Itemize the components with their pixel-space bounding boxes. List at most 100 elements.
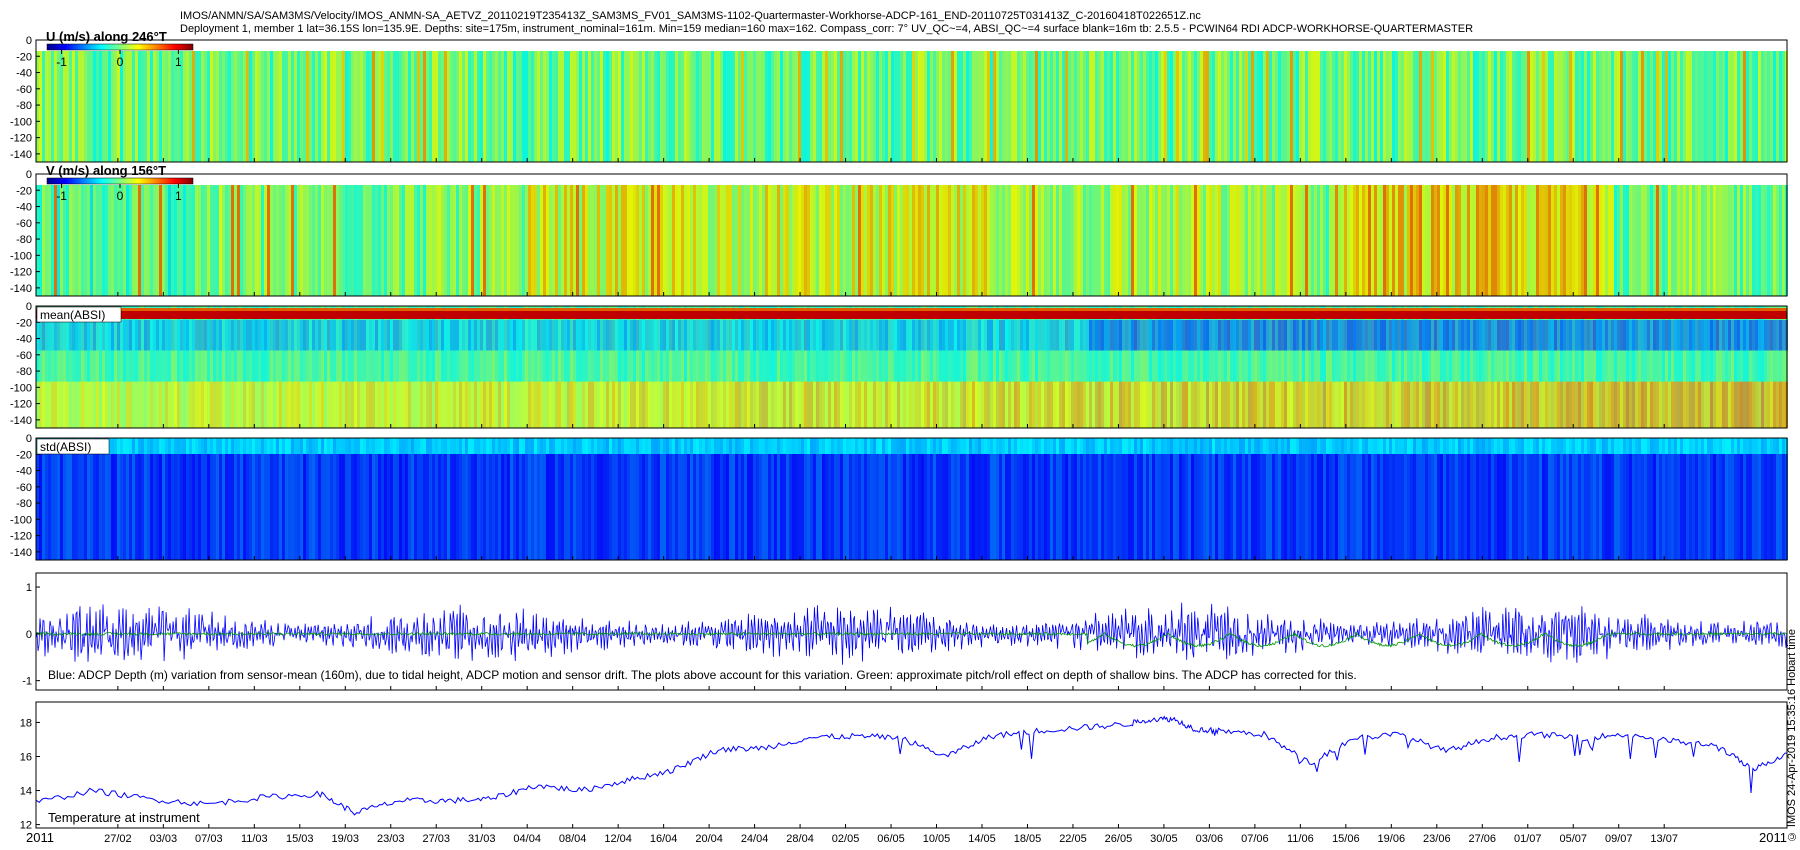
absi_mean-shallow-band <box>405 320 408 351</box>
v-column <box>741 185 744 296</box>
absi_mean-deep-band <box>768 381 771 428</box>
absi_mean-shallow-band <box>51 320 54 351</box>
absi_mean-deep-band <box>1734 381 1737 428</box>
absi_std-column <box>105 438 108 560</box>
absi_mean-deep-band <box>99 381 102 428</box>
absi_mean-shallow-band <box>1365 320 1368 351</box>
absi_mean-shallow-band <box>57 320 60 351</box>
absi_std-column <box>93 438 96 560</box>
absi_mean-deep-band <box>126 381 129 428</box>
absi_std-surface-band <box>816 438 819 454</box>
absi_std-column <box>333 438 336 560</box>
absi_std-surface-band <box>729 438 732 454</box>
u-column <box>1494 51 1497 162</box>
absi_std-surface-band <box>639 438 642 454</box>
absi_std-column <box>591 438 594 560</box>
v-column <box>855 185 858 296</box>
absi_mean-deep-band <box>333 381 336 428</box>
v-column <box>1386 185 1389 296</box>
absi_std-column <box>672 438 675 560</box>
v-column <box>291 185 294 296</box>
u-heatmap <box>36 40 1788 162</box>
u-column <box>1080 51 1083 162</box>
v-column <box>1491 185 1494 296</box>
absi_mean-deep-band <box>1002 381 1005 428</box>
v-column <box>1539 185 1542 296</box>
v-column <box>966 185 969 296</box>
absi_mean-shallow-band <box>291 320 294 351</box>
absi_std-column <box>687 438 690 560</box>
absi_mean-shallow-band <box>1338 320 1341 351</box>
absi_mean-shallow-band <box>462 320 465 351</box>
absi_mean-deep-band <box>828 381 831 428</box>
u-column <box>1191 51 1194 162</box>
u-column <box>1131 51 1134 162</box>
absi_std-surface-band <box>597 438 600 454</box>
absi_mean-shallow-band <box>435 320 438 351</box>
absi_mean-deep-band <box>483 381 486 428</box>
u-column <box>789 51 792 162</box>
u-column <box>288 51 291 162</box>
u-column <box>300 51 303 162</box>
absi_mean-shallow-band <box>105 320 108 351</box>
absi_std-surface-band <box>783 438 786 454</box>
absi_mean-deep-band <box>1404 381 1407 428</box>
absi_std-column <box>90 438 93 560</box>
absi_std-column <box>1275 438 1278 560</box>
absi_mean-deep-band <box>1122 381 1125 428</box>
absi_std-surface-band <box>1242 438 1245 454</box>
absi_std-column <box>1272 438 1275 560</box>
absi_mean-shallow-band <box>333 320 336 351</box>
absi_std-column <box>1752 438 1755 560</box>
absi_mean-shallow-band <box>1380 320 1383 351</box>
absi_mean-deep-band <box>72 381 75 428</box>
u-column <box>585 51 588 162</box>
absi_std-surface-band <box>153 438 156 454</box>
absi_std-column <box>552 438 555 560</box>
v-column <box>1578 185 1581 296</box>
absi_std-surface-band <box>993 438 996 454</box>
absi_mean-deep-band <box>300 381 303 428</box>
absi_std-surface-band <box>1587 438 1590 454</box>
u-column <box>939 51 942 162</box>
absi_mean-deep-band <box>1629 381 1632 428</box>
absi_mean-shallow-band <box>1602 320 1605 351</box>
v-column <box>405 185 408 296</box>
absi_mean-deep-band <box>1371 381 1374 428</box>
v-column <box>1389 185 1392 296</box>
v-column <box>1332 185 1335 296</box>
absi_mean-shallow-band <box>222 320 225 351</box>
v-column <box>1761 185 1764 296</box>
absi_std-column <box>657 438 660 560</box>
absi_std-column <box>1239 438 1242 560</box>
absi_std-surface-band <box>171 438 174 454</box>
v-column <box>1536 185 1539 296</box>
time-tick-label: 15/06 <box>1332 833 1360 845</box>
absi_mean-shallow-band <box>879 320 882 351</box>
u-column <box>1047 51 1050 162</box>
absi_std-surface-band <box>1344 438 1347 454</box>
absi_mean-deep-band <box>528 381 531 428</box>
absi_mean-shallow-band <box>1713 320 1716 351</box>
absi_std-surface-band <box>1491 438 1494 454</box>
absi_mean-shallow-band <box>885 320 888 351</box>
absi_std-surface-band <box>939 438 942 454</box>
v-column <box>96 185 99 296</box>
v-column <box>810 185 813 296</box>
absi_mean-deep-band <box>87 381 90 428</box>
u-column <box>450 51 453 162</box>
u-column <box>1257 51 1260 162</box>
absi_mean-shallow-band <box>672 320 675 351</box>
absi_std-surface-band <box>489 438 492 454</box>
absi_mean-shallow-band <box>1743 320 1746 351</box>
absi_std-column <box>756 438 759 560</box>
absi_std-surface-band <box>972 438 975 454</box>
u-column <box>702 51 705 162</box>
absi_std-column <box>765 438 768 560</box>
absi_mean-shallow-band <box>144 320 147 351</box>
absi_std-column <box>642 438 645 560</box>
u-column <box>1530 51 1533 162</box>
v-column <box>258 185 261 296</box>
absi_mean-shallow-band <box>975 320 978 351</box>
absi_std-surface-band <box>591 438 594 454</box>
